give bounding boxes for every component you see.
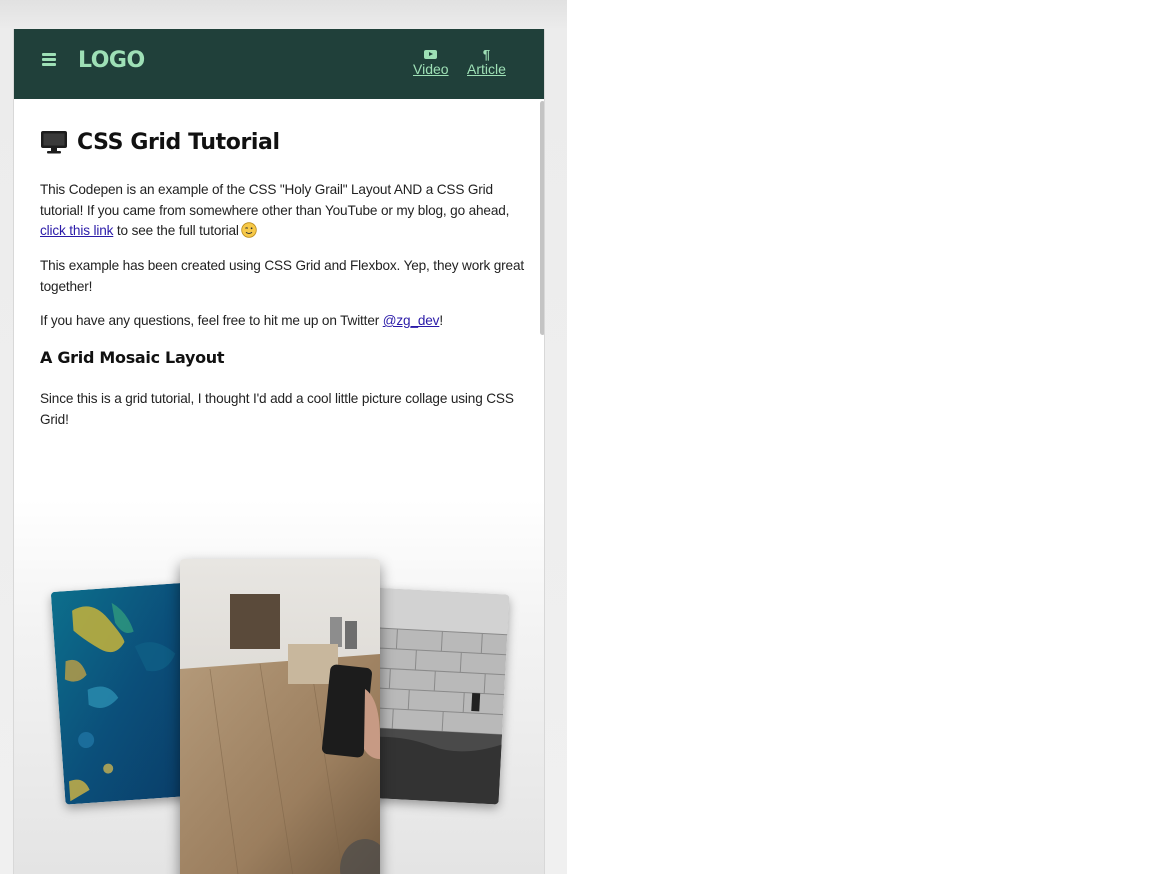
nav-link-video[interactable]: Video (413, 46, 449, 77)
logo[interactable]: LOGO (78, 48, 145, 73)
twitter-link[interactable]: @zg_dev (383, 313, 440, 328)
paragraph-flexbox: This example has been created using CSS … (40, 258, 524, 294)
navbar: LOGO Video ¶ Article (14, 29, 544, 99)
table-phone-photo (180, 559, 380, 874)
pilcrow-icon: ¶ (482, 47, 491, 62)
hamburger-icon[interactable] (42, 53, 58, 67)
nav-link-video-label: Video (413, 61, 449, 77)
section-heading: A Grid Mosaic Layout (40, 348, 225, 367)
nav-link-article[interactable]: ¶ Article (467, 46, 506, 78)
page-title: CSS Grid Tutorial (40, 129, 280, 155)
intro-text-before: This Codepen is an example of the CSS "H… (40, 182, 510, 218)
scrollbar[interactable] (540, 101, 544, 335)
nav-link-article-label: Article (467, 61, 506, 77)
contact-text-before: If you have any questions, feel free to … (40, 313, 383, 328)
tutorial-link[interactable]: click this link (40, 223, 113, 238)
youtube-icon (424, 50, 438, 59)
wink-emoji-icon (241, 222, 257, 238)
page-title-text: CSS Grid Tutorial (77, 129, 280, 155)
section-paragraph: Since this is a grid tutorial, I thought… (40, 391, 514, 427)
intro-text-after: to see the full tutorial (113, 223, 239, 238)
intro-paragraph: This Codepen is an example of the CSS "H… (40, 180, 524, 242)
monitor-icon (40, 129, 68, 155)
main-content: CSS Grid Tutorial This Codepen is an exa… (14, 99, 544, 874)
contact-text-after: ! (439, 313, 443, 328)
paragraph-contact: If you have any questions, feel free to … (40, 311, 524, 332)
stone-wall-photo (358, 587, 510, 805)
preview-frame: LOGO Video ¶ Article CSS Grid Tutorial T… (13, 29, 545, 874)
